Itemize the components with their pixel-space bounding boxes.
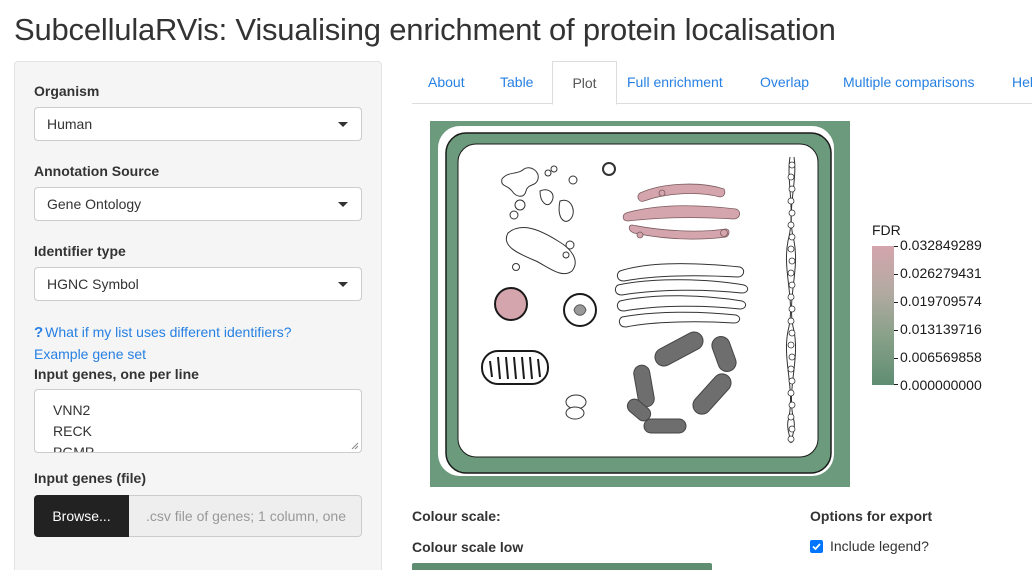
lipid-droplets — [565, 394, 587, 420]
tab-about[interactable]: About — [428, 61, 465, 104]
legend-value-label: 0.000000000 — [900, 377, 982, 393]
export-options-heading: Options for export — [810, 508, 933, 524]
include-legend-label: Include legend? — [830, 538, 929, 554]
identifier-help-link[interactable]: ? What if my list uses different identifi… — [34, 324, 292, 341]
gene-line: RECK — [53, 423, 92, 439]
annotation-source-label: Annotation Source — [34, 163, 160, 179]
tab-table[interactable]: Table — [500, 61, 533, 104]
file-name-field[interactable]: .csv file of genes; 1 column, one — [129, 495, 362, 537]
page-title: SubcellulaRVis: Visualising enrichment o… — [14, 12, 836, 47]
gene-line: PGMP — [53, 444, 95, 453]
organism-select[interactable]: Human — [34, 107, 362, 141]
annotation-source-select[interactable]: Gene Ontology — [34, 187, 362, 221]
tab-plot[interactable]: Plot — [552, 61, 617, 105]
checkmark-icon — [812, 543, 821, 551]
legend-tick — [894, 330, 898, 331]
legend-tick — [894, 358, 898, 359]
sidebar-panel: Organism Human Annotation Source Gene On… — [14, 61, 382, 570]
input-genes-file-label: Input genes (file) — [34, 470, 146, 486]
tab-help[interactable]: Help — [1012, 61, 1032, 104]
organism-label: Organism — [34, 83, 100, 99]
legend-tick — [894, 302, 898, 303]
gene-line: VNN2 — [53, 402, 91, 418]
golgi-apparatus — [622, 183, 740, 240]
legend-value-label: 0.013139716 — [900, 321, 982, 337]
legend-value-label: 0.019709574 — [900, 293, 982, 309]
include-legend-checkbox[interactable] — [810, 540, 823, 553]
tab-full-enrichment[interactable]: Full enrichment — [627, 61, 723, 104]
browse-button[interactable]: Browse... — [34, 495, 129, 537]
identifier-type-select[interactable]: HGNC Symbol — [34, 267, 362, 301]
file-upload: Browse... .csv file of genes; 1 column, … — [34, 495, 362, 537]
legend-tick — [894, 384, 898, 385]
resize-grip-icon[interactable] — [351, 442, 359, 450]
mitochondrion — [481, 350, 549, 385]
colour-scale-low-picker[interactable] — [412, 563, 712, 570]
legend-value-label: 0.006569858 — [900, 349, 982, 365]
peroxisome-core — [573, 304, 587, 316]
question-icon: ? — [34, 324, 44, 341]
legend-value-label: 0.032849289 — [900, 237, 982, 253]
legend-colorbar — [872, 246, 894, 385]
colour-scale-low-label: Colour scale low — [412, 539, 524, 555]
legend-tick — [894, 246, 898, 247]
identifier-type-select-value: HGNC Symbol — [47, 276, 139, 292]
small-vesicle — [602, 162, 616, 176]
nucleus — [494, 287, 528, 321]
legend-tick — [894, 274, 898, 275]
chevron-down-icon — [338, 122, 348, 127]
legend-title: FDR — [872, 222, 901, 238]
legend-value-label: 0.026279431 — [900, 265, 982, 281]
identifier-type-label: Identifier type — [34, 243, 126, 259]
tab-multiple-comparisons[interactable]: Multiple comparisons — [843, 61, 975, 104]
input-genes-label: Input genes, one per line — [34, 366, 199, 382]
chevron-down-icon — [338, 282, 348, 287]
chevron-down-icon — [338, 202, 348, 207]
input-genes-textarea[interactable]: VNN2 RECK PGMP — [34, 389, 362, 453]
example-gene-set-link[interactable]: Example gene set — [34, 346, 146, 362]
tab-bar: About Table Plot Full enrichment Overlap… — [412, 61, 1032, 105]
annotation-source-select-value: Gene Ontology — [47, 196, 142, 212]
tab-overlap[interactable]: Overlap — [760, 61, 809, 104]
colour-scale-heading: Colour scale: — [412, 508, 501, 524]
identifier-help-text: What if my list uses different identifie… — [45, 324, 292, 340]
cell-diagram-plot — [430, 121, 850, 487]
fdr-legend: FDR 0.032849289 0.026279431 0.019709574 … — [868, 222, 1018, 393]
organism-select-value: Human — [47, 116, 93, 132]
